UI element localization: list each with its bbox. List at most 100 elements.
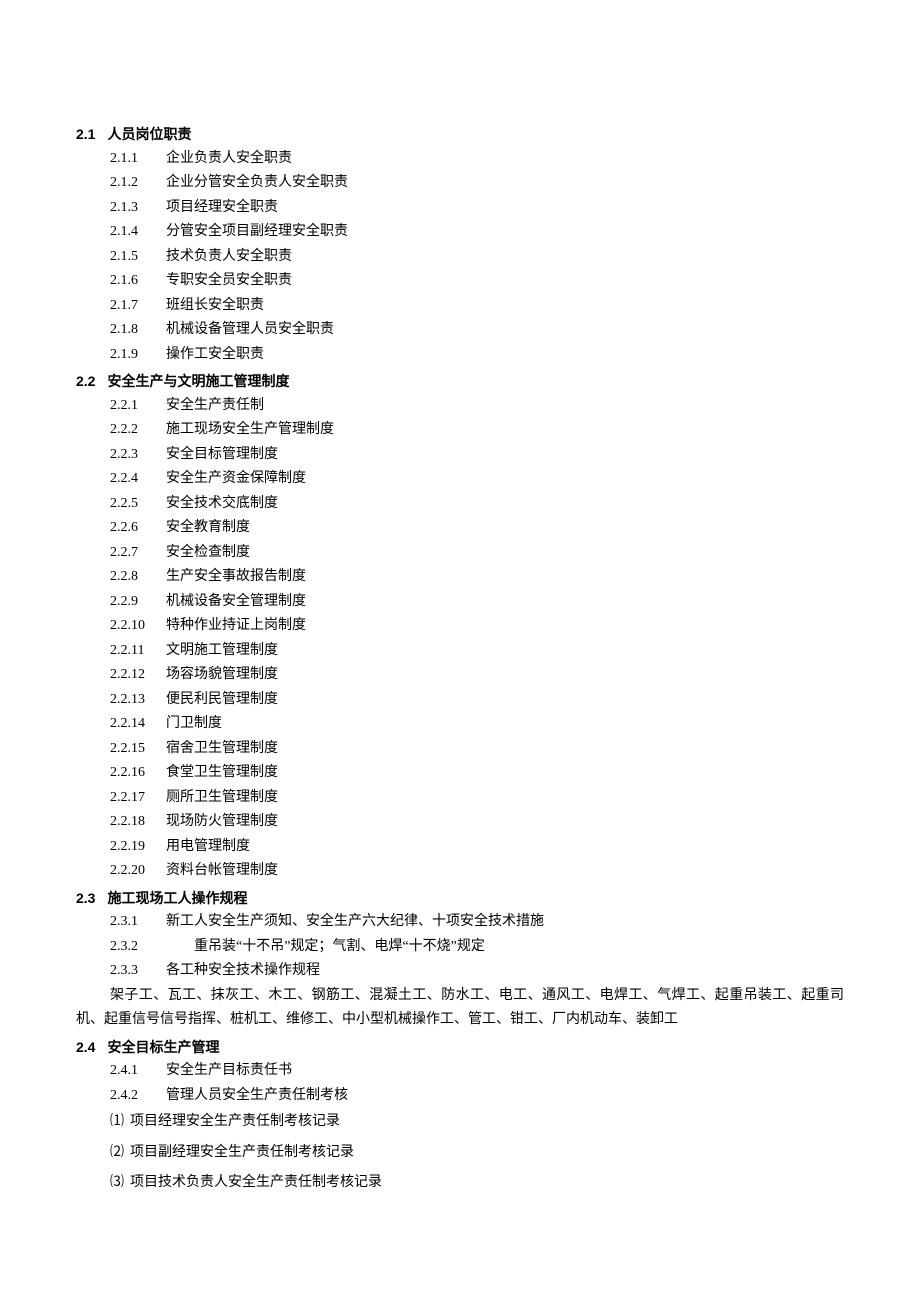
section-number: 2.1 — [76, 122, 95, 147]
section-number: 2.2 — [76, 369, 95, 394]
toc-item: 2.1.9 操作工安全职责 — [110, 343, 844, 368]
section-heading-2-1: 2.1 人员岗位职责 — [76, 122, 844, 147]
section-number: 2.3 — [76, 886, 95, 911]
section-heading-2-3: 2.3 施工现场工人操作规程 — [76, 886, 844, 911]
section-title: 人员岗位职责 — [107, 122, 191, 147]
toc-number: 2.2.4 — [110, 467, 158, 492]
toc-text: 项目经理安全职责 — [166, 196, 278, 221]
toc-item: 2.1.1 企业负责人安全职责 — [110, 147, 844, 172]
toc-item: 2.2.12场容场貌管理制度 — [110, 663, 844, 688]
toc-item: 2.2.13便民利民管理制度 — [110, 688, 844, 713]
toc-number: 2.1.5 — [110, 245, 158, 270]
trade-list-paragraph: 架子工、瓦工、抹灰工、木工、钢筋工、混凝土工、防水工、电工、通风工、电焊工、气焊… — [76, 984, 844, 1033]
toc-number: 2.2.5 — [110, 492, 158, 517]
toc-subnumber: ⑵ — [110, 1141, 124, 1166]
toc-number: 2.2.14 — [110, 712, 158, 737]
toc-text: 安全生产目标责任书 — [166, 1059, 292, 1084]
toc-number: 2.2.11 — [110, 639, 158, 664]
toc-text: 宿舍卫生管理制度 — [166, 737, 278, 762]
section-heading-2-2: 2.2 安全生产与文明施工管理制度 — [76, 369, 844, 394]
toc-text: 食堂卫生管理制度 — [166, 761, 278, 786]
toc-subtext: 项目技术负责人安全生产责任制考核记录 — [130, 1171, 382, 1196]
toc-number: 2.3.1 — [110, 910, 158, 935]
toc-text: 操作工安全职责 — [166, 343, 264, 368]
toc-number: 2.2.1 — [110, 394, 158, 419]
toc-item: 2.2.1 安全生产责任制 — [110, 394, 844, 419]
toc-item: 2.1.5 技术负责人安全职责 — [110, 245, 844, 270]
toc-text: 安全技术交底制度 — [166, 492, 278, 517]
toc-text: 生产安全事故报告制度 — [166, 565, 306, 590]
toc-item: 2.2.20 资料台帐管理制度 — [110, 859, 844, 884]
section-title: 施工现场工人操作规程 — [107, 886, 247, 911]
toc-text: 用电管理制度 — [166, 835, 250, 860]
toc-number: 2.2.2 — [110, 418, 158, 443]
paragraph-text: 架子工、瓦工、抹灰工、木工、钢筋工、混凝土工、防水工、电工、通风工、电焊工、气焊… — [76, 984, 844, 1033]
toc-subnumber: ⑶ — [110, 1171, 124, 1196]
toc-number: 2.1.8 — [110, 318, 158, 343]
toc-item: 2.1.2 企业分管安全负责人安全职责 — [110, 171, 844, 196]
section-title: 安全目标生产管理 — [107, 1035, 219, 1060]
toc-text: 特种作业持证上岗制度 — [166, 614, 306, 639]
toc-text: 施工现场安全生产管理制度 — [166, 418, 334, 443]
toc-subitem: ⑶项目技术负责人安全生产责任制考核记录 — [110, 1171, 844, 1196]
toc-item: 2.1.7班组长安全职责 — [110, 294, 844, 319]
toc-number: 2.1.3 — [110, 196, 158, 221]
toc-text: 技术负责人安全职责 — [166, 245, 292, 270]
toc-number: 2.2.6 — [110, 516, 158, 541]
toc-number: 2.1.9 — [110, 343, 158, 368]
toc-number: 2.2.18 — [110, 810, 158, 835]
toc-item: 2.2.3安全目标管理制度 — [110, 443, 844, 468]
toc-text: 安全教育制度 — [166, 516, 250, 541]
toc-text: 场容场貌管理制度 — [166, 663, 278, 688]
toc-item: 2.2.7安全检查制度 — [110, 541, 844, 566]
toc-text: 安全生产责任制 — [166, 394, 264, 419]
toc-text: 管理人员安全生产责任制考核 — [166, 1084, 348, 1109]
document-page: 2.1 人员岗位职责 2.1.1 企业负责人安全职责 2.1.2 企业分管安全负责人… — [0, 0, 920, 1256]
toc-item: 2.3.3各工种安全技术操作规程 — [110, 959, 844, 984]
toc-number: 2.1.6 — [110, 269, 158, 294]
toc-item: 2.2.10特种作业持证上岗制度 — [110, 614, 844, 639]
toc-subtext: 项目副经理安全生产责任制考核记录 — [130, 1141, 354, 1166]
toc-text: 安全目标管理制度 — [166, 443, 278, 468]
toc-number: 2.1.2 — [110, 171, 158, 196]
toc-subitem: ⑵项目副经理安全生产责任制考核记录 — [110, 1141, 844, 1166]
toc-text: 机械设备安全管理制度 — [166, 590, 306, 615]
toc-number: 2.2.7 — [110, 541, 158, 566]
toc-number: 2.2.15 — [110, 737, 158, 762]
toc-text: 企业分管安全负责人安全职责 — [166, 171, 348, 196]
toc-item: 2.2.16 食堂卫生管理制度 — [110, 761, 844, 786]
toc-number: 2.2.17 — [110, 786, 158, 811]
toc-subtext: 项目经理安全生产责任制考核记录 — [130, 1110, 340, 1135]
toc-text: 门卫制度 — [166, 712, 222, 737]
toc-number: 2.2.8 — [110, 565, 158, 590]
toc-number: 2.3.3 — [110, 959, 158, 984]
section-title: 安全生产与文明施工管理制度 — [107, 369, 289, 394]
toc-item: 2.3.1 新工人安全生产须知、安全生产六大纪律、十项安全技术措施 — [110, 910, 844, 935]
toc-number: 2.2.9 — [110, 590, 158, 615]
toc-text: 便民利民管理制度 — [166, 688, 278, 713]
toc-item: 2.3.2 重吊装“十不吊”规定；气割、电焊“十不烧”规定 — [110, 935, 844, 960]
toc-text: 企业负责人安全职责 — [166, 147, 292, 172]
toc-item: 2.1.4分管安全项目副经理安全职责 — [110, 220, 844, 245]
toc-item: 2.2.18现场防火管理制度 — [110, 810, 844, 835]
toc-text: 资料台帐管理制度 — [166, 859, 278, 884]
toc-item: 2.1.6 专职安全员安全职责 — [110, 269, 844, 294]
toc-item: 2.2.19用电管理制度 — [110, 835, 844, 860]
toc-item: 2.1.8机械设备管理人员安全职责 — [110, 318, 844, 343]
toc-item: 2.2.6 安全教育制度 — [110, 516, 844, 541]
toc-number: 2.4.2 — [110, 1084, 158, 1109]
toc-number: 2.1.4 — [110, 220, 158, 245]
toc-text: 班组长安全职责 — [166, 294, 264, 319]
toc-item: 2.2.2 施工现场安全生产管理制度 — [110, 418, 844, 443]
section-heading-2-4: 2.4 安全目标生产管理 — [76, 1035, 844, 1060]
toc-text: 文明施工管理制度 — [166, 639, 278, 664]
toc-number: 2.1.1 — [110, 147, 158, 172]
toc-item: 2.2.4 安全生产资金保障制度 — [110, 467, 844, 492]
toc-text: 安全生产资金保障制度 — [166, 467, 306, 492]
toc-number: 2.2.16 — [110, 761, 158, 786]
toc-item: 2.4.2 管理人员安全生产责任制考核 — [110, 1084, 844, 1109]
toc-number: 2.2.20 — [110, 859, 158, 884]
toc-text: 重吊装“十不吊”规定；气割、电焊“十不烧”规定 — [166, 935, 485, 960]
toc-text: 专职安全员安全职责 — [166, 269, 292, 294]
toc-text: 新工人安全生产须知、安全生产六大纪律、十项安全技术措施 — [166, 910, 544, 935]
